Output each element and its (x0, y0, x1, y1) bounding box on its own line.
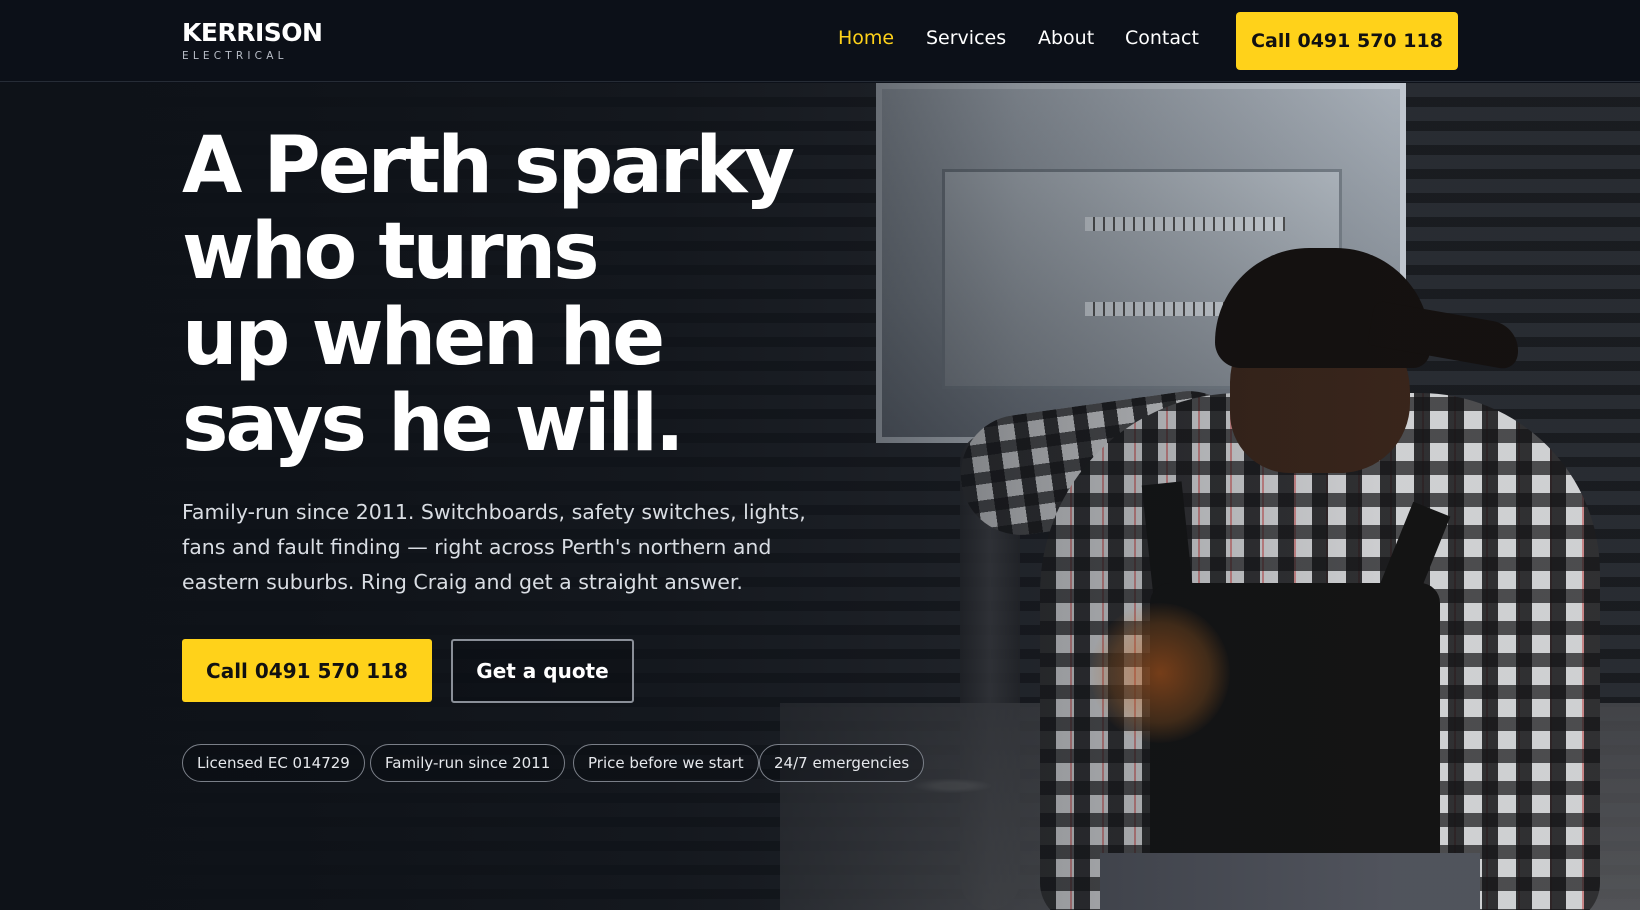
hero-section: A Perth sparky who turns up when he says… (0, 83, 1640, 910)
headline-line: who turns (182, 207, 600, 297)
trust-badges: Licensed EC 014729 Family-run since 2011… (182, 744, 942, 782)
headline-line: up when he (182, 293, 665, 383)
get-quote-button[interactable]: Get a quote (451, 639, 634, 703)
site-header: KERRISON ELECTRICAL Home Services About … (0, 0, 1640, 82)
nav-call-button[interactable]: Call 0491 570 118 (1236, 12, 1458, 70)
headline-line: says he will. (182, 379, 685, 469)
call-button[interactable]: Call 0491 570 118 (182, 639, 432, 702)
brand-tagline: ELECTRICAL (182, 50, 288, 62)
hero-headline: A Perth sparky who turns up when he says… (182, 123, 942, 467)
brand-name: KERRISON (182, 18, 323, 47)
nav-link-about[interactable]: About (1038, 27, 1094, 49)
nav-link-contact[interactable]: Contact (1125, 27, 1199, 49)
headline-line: A Perth sparky (182, 121, 795, 211)
badge-emergencies: 24/7 emergencies (759, 744, 925, 782)
badge-family-run: Family-run since 2011 (370, 744, 566, 782)
nav-link-home[interactable]: Home (838, 27, 894, 49)
brand-logo[interactable]: KERRISON ELECTRICAL (182, 18, 323, 62)
nav-link-services[interactable]: Services (926, 27, 1006, 49)
badge-price-first: Price before we start (573, 744, 759, 782)
badge-licensed: Licensed EC 014729 (182, 744, 365, 782)
hero-description: Family-run since 2011. Switchboards, saf… (182, 500, 806, 594)
